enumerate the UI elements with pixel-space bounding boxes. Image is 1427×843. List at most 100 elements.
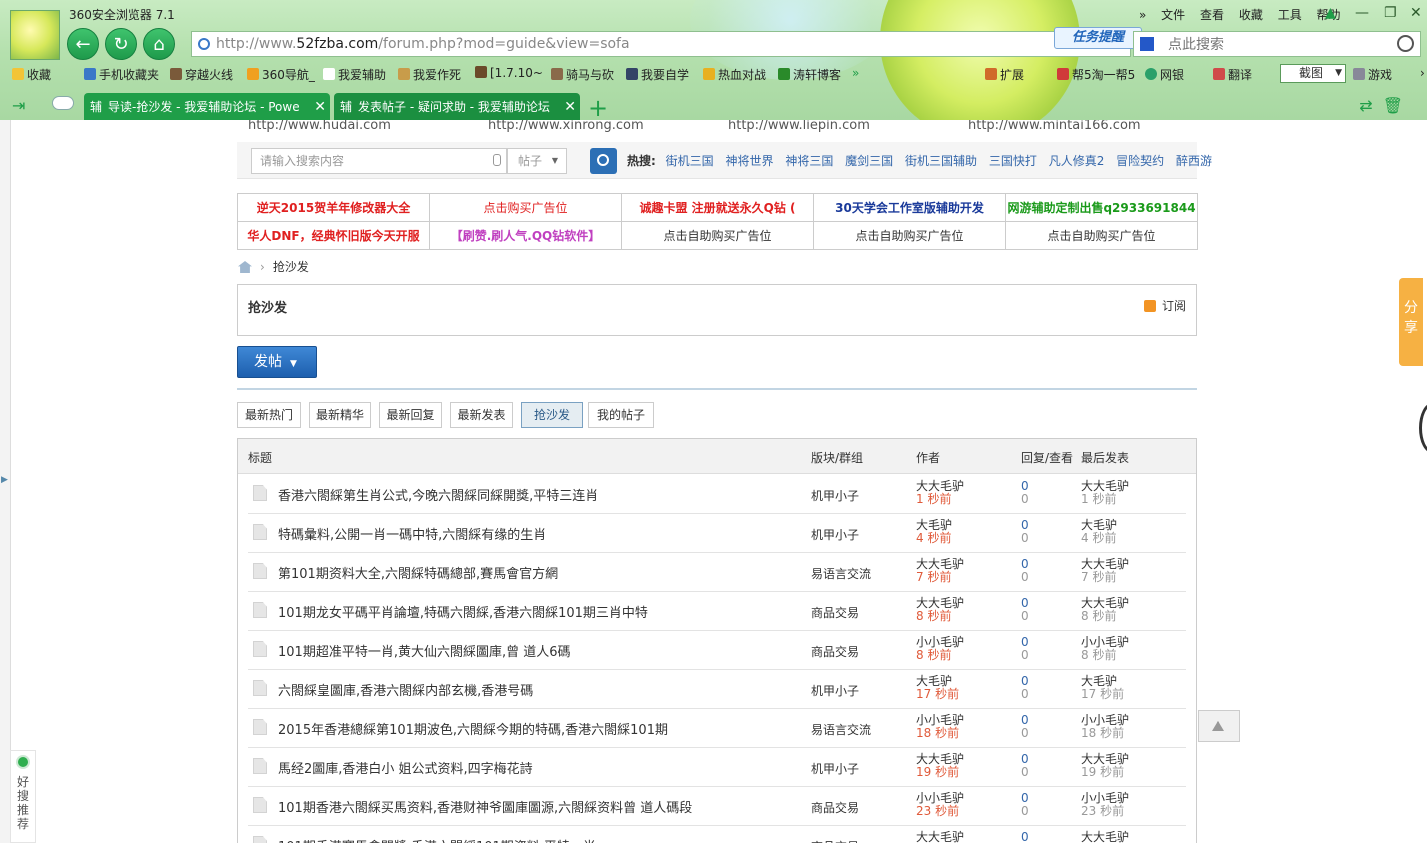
microphone-icon[interactable] bbox=[493, 154, 501, 166]
bookmark-item[interactable]: 涛轩博客 bbox=[778, 66, 841, 83]
filter-tab[interactable]: 最新精华 bbox=[309, 402, 371, 428]
author-name[interactable]: 大毛驴 bbox=[916, 674, 952, 688]
last-post-time[interactable]: 4 秒前 bbox=[1081, 531, 1116, 545]
menu-more-icon[interactable]: » bbox=[1139, 8, 1146, 22]
home-icon[interactable] bbox=[238, 261, 252, 273]
trash-icon[interactable]: 🗑 bbox=[1383, 96, 1413, 115]
forum-search-input[interactable]: 请输入搜索内容 bbox=[251, 148, 507, 174]
author-name[interactable]: 小小毛驴 bbox=[916, 713, 964, 727]
thread-board[interactable]: 商品交易 bbox=[811, 643, 859, 660]
author-name[interactable]: 大大毛驴 bbox=[916, 830, 964, 843]
filter-tab[interactable]: 抢沙发 bbox=[521, 402, 583, 428]
ad-link[interactable]: 点击自助购买广告位 bbox=[1005, 221, 1198, 250]
partner-link[interactable]: http://www.xinrong.com bbox=[488, 120, 644, 133]
author-name[interactable]: 大毛驴 bbox=[916, 518, 952, 532]
last-post-author[interactable]: 小小毛驴 bbox=[1081, 713, 1129, 727]
swap-tabs-icon[interactable]: ⇄ bbox=[1359, 96, 1382, 115]
bookmark-item[interactable]: 我要自学 bbox=[626, 66, 689, 83]
home-button[interactable]: ⌂ bbox=[143, 28, 175, 60]
tab-guide-sofa[interactable]: 辅 导读-抢沙发 - 我爱辅助论坛 - Powe ✕ bbox=[84, 93, 330, 120]
partner-link[interactable]: http://www.hudai.com bbox=[248, 120, 391, 133]
reply-count[interactable]: 0 bbox=[1021, 596, 1029, 610]
last-post-author[interactable]: 小小毛驴 bbox=[1081, 635, 1129, 649]
back-to-top-button[interactable] bbox=[1198, 710, 1240, 742]
ad-link[interactable]: 网游辅助定制出售q2933691844 bbox=[1005, 193, 1198, 222]
partner-link[interactable]: http://www.mintai166.com bbox=[968, 120, 1141, 133]
last-post-author[interactable]: 小小毛驴 bbox=[1081, 791, 1129, 805]
reply-count[interactable]: 0 bbox=[1021, 791, 1029, 805]
address-bar[interactable]: http://www.52fzba.com/forum.php?mod=guid… bbox=[191, 31, 1131, 57]
thread-board[interactable]: 机甲小子 bbox=[811, 682, 859, 699]
hot-search-link[interactable]: 三国快打 bbox=[989, 154, 1037, 168]
author-name[interactable]: 大大毛驴 bbox=[916, 557, 964, 571]
hot-search-link[interactable]: 街机三国 bbox=[666, 154, 714, 168]
close-window-icon[interactable]: ✕ bbox=[1410, 5, 1422, 21]
thread-board[interactable]: 易语言交流 bbox=[811, 565, 871, 582]
hot-search-link[interactable]: 街机三国辅助 bbox=[905, 154, 977, 168]
bookmark-item[interactable]: 骑马与砍 bbox=[551, 66, 614, 83]
thread-board[interactable]: 商品交易 bbox=[811, 838, 859, 843]
last-post-time[interactable]: 17 秒前 bbox=[1081, 687, 1124, 701]
ad-link[interactable]: 逆天2015贺羊年修改器大全 bbox=[237, 193, 430, 222]
toolbar-more-icon[interactable]: › bbox=[1420, 66, 1425, 80]
author-name[interactable]: 大大毛驴 bbox=[916, 479, 964, 493]
reply-count[interactable]: 0 bbox=[1021, 635, 1029, 649]
thread-board[interactable]: 机甲小子 bbox=[811, 526, 859, 543]
minimize-icon[interactable]: — bbox=[1355, 5, 1369, 21]
hot-search-link[interactable]: 冒险契约 bbox=[1116, 154, 1164, 168]
thread-board[interactable]: 商品交易 bbox=[811, 604, 859, 621]
reply-count[interactable]: 0 bbox=[1021, 557, 1029, 571]
extensions-button[interactable]: 扩展 bbox=[985, 66, 1024, 83]
last-post-author[interactable]: 大大毛驴 bbox=[1081, 830, 1129, 843]
task-reminder-button[interactable]: 任务提醒 bbox=[1054, 27, 1142, 49]
refresh-button[interactable]: ↻ bbox=[105, 28, 137, 60]
last-post-time[interactable]: 1 秒前 bbox=[1081, 492, 1116, 506]
hot-search-link[interactable]: 神将世界 bbox=[725, 154, 773, 168]
thread-board[interactable]: 机甲小子 bbox=[811, 487, 859, 504]
reply-count[interactable]: 0 bbox=[1021, 830, 1029, 843]
author-name[interactable]: 小小毛驴 bbox=[916, 635, 964, 649]
close-icon[interactable]: ✕ bbox=[314, 93, 326, 120]
author-name[interactable]: 大大毛驴 bbox=[916, 752, 964, 766]
ad-link[interactable]: 点击购买广告位 bbox=[429, 193, 622, 222]
thread-title[interactable]: 馬经2圖庫,香港白小 姐公式资料,四字梅花詩 bbox=[278, 758, 533, 777]
left-sidebar-edge[interactable]: ▶ bbox=[0, 120, 11, 843]
chevron-down-icon[interactable]: ▼ bbox=[1335, 65, 1342, 82]
bookmark-item[interactable]: [1.7.10~ bbox=[475, 66, 543, 80]
thread-title[interactable]: 第101期资料大全,六閤綵特碼總部,賽馬會官方網 bbox=[278, 563, 558, 582]
thread-title[interactable]: 101期龙女平碼平肖論壇,特碼六閤綵,香港六閤綵101期三肖中特 bbox=[278, 602, 648, 621]
filter-tab[interactable]: 最新热门 bbox=[237, 402, 301, 428]
thread-board[interactable]: 商品交易 bbox=[811, 799, 859, 816]
bookmark-item[interactable]: 360导航_ bbox=[247, 66, 315, 83]
menu-file[interactable]: 文件 bbox=[1161, 8, 1185, 22]
bookmark-item[interactable]: 我爱辅助 bbox=[323, 66, 386, 83]
last-post-author[interactable]: 大大毛驴 bbox=[1081, 596, 1129, 610]
last-post-author[interactable]: 大毛驴 bbox=[1081, 674, 1117, 688]
cloud-icon[interactable] bbox=[52, 96, 74, 110]
browser-logo[interactable] bbox=[10, 10, 60, 60]
filter-tab[interactable]: 最新发表 bbox=[450, 402, 513, 428]
floating-widget[interactable] bbox=[1419, 403, 1427, 453]
browser-search-input[interactable] bbox=[1166, 34, 1390, 56]
close-icon[interactable]: ✕ bbox=[564, 93, 576, 120]
author-name[interactable]: 小小毛驴 bbox=[916, 791, 964, 805]
ad-link[interactable]: 点击自助购买广告位 bbox=[813, 221, 1006, 250]
ad-link[interactable]: 华人DNF，经典怀旧版今天开服 bbox=[237, 221, 430, 250]
reply-count[interactable]: 0 bbox=[1021, 674, 1029, 688]
last-post-time[interactable]: 8 秒前 bbox=[1081, 648, 1116, 662]
thread-board[interactable]: 机甲小子 bbox=[811, 760, 859, 777]
partner-link[interactable]: http://www.liepin.com bbox=[728, 120, 870, 133]
last-post-time[interactable]: 19 秒前 bbox=[1081, 765, 1124, 779]
ad-link[interactable]: 点击自助购买广告位 bbox=[621, 221, 814, 250]
thread-board[interactable]: 易语言交流 bbox=[811, 721, 871, 738]
bookmark-item[interactable]: 穿越火线 bbox=[170, 66, 233, 83]
breadcrumb-current[interactable]: 抢沙发 bbox=[273, 260, 309, 274]
search-engine-icon[interactable] bbox=[1140, 37, 1154, 51]
back-button[interactable]: ← bbox=[67, 28, 99, 60]
bookmark-item[interactable]: 收藏 bbox=[12, 66, 51, 83]
search-type-select[interactable]: 帖子 ▼ bbox=[507, 148, 567, 174]
sidebar-toggle-icon[interactable]: ⇥ bbox=[12, 96, 25, 115]
subscribe-link[interactable]: 订阅 bbox=[1143, 297, 1186, 314]
online-bank-button[interactable]: 网银 bbox=[1145, 66, 1184, 83]
tab-post-thread[interactable]: 辅 发表帖子 - 疑问求助 - 我爱辅助论坛 ✕ bbox=[334, 93, 580, 120]
